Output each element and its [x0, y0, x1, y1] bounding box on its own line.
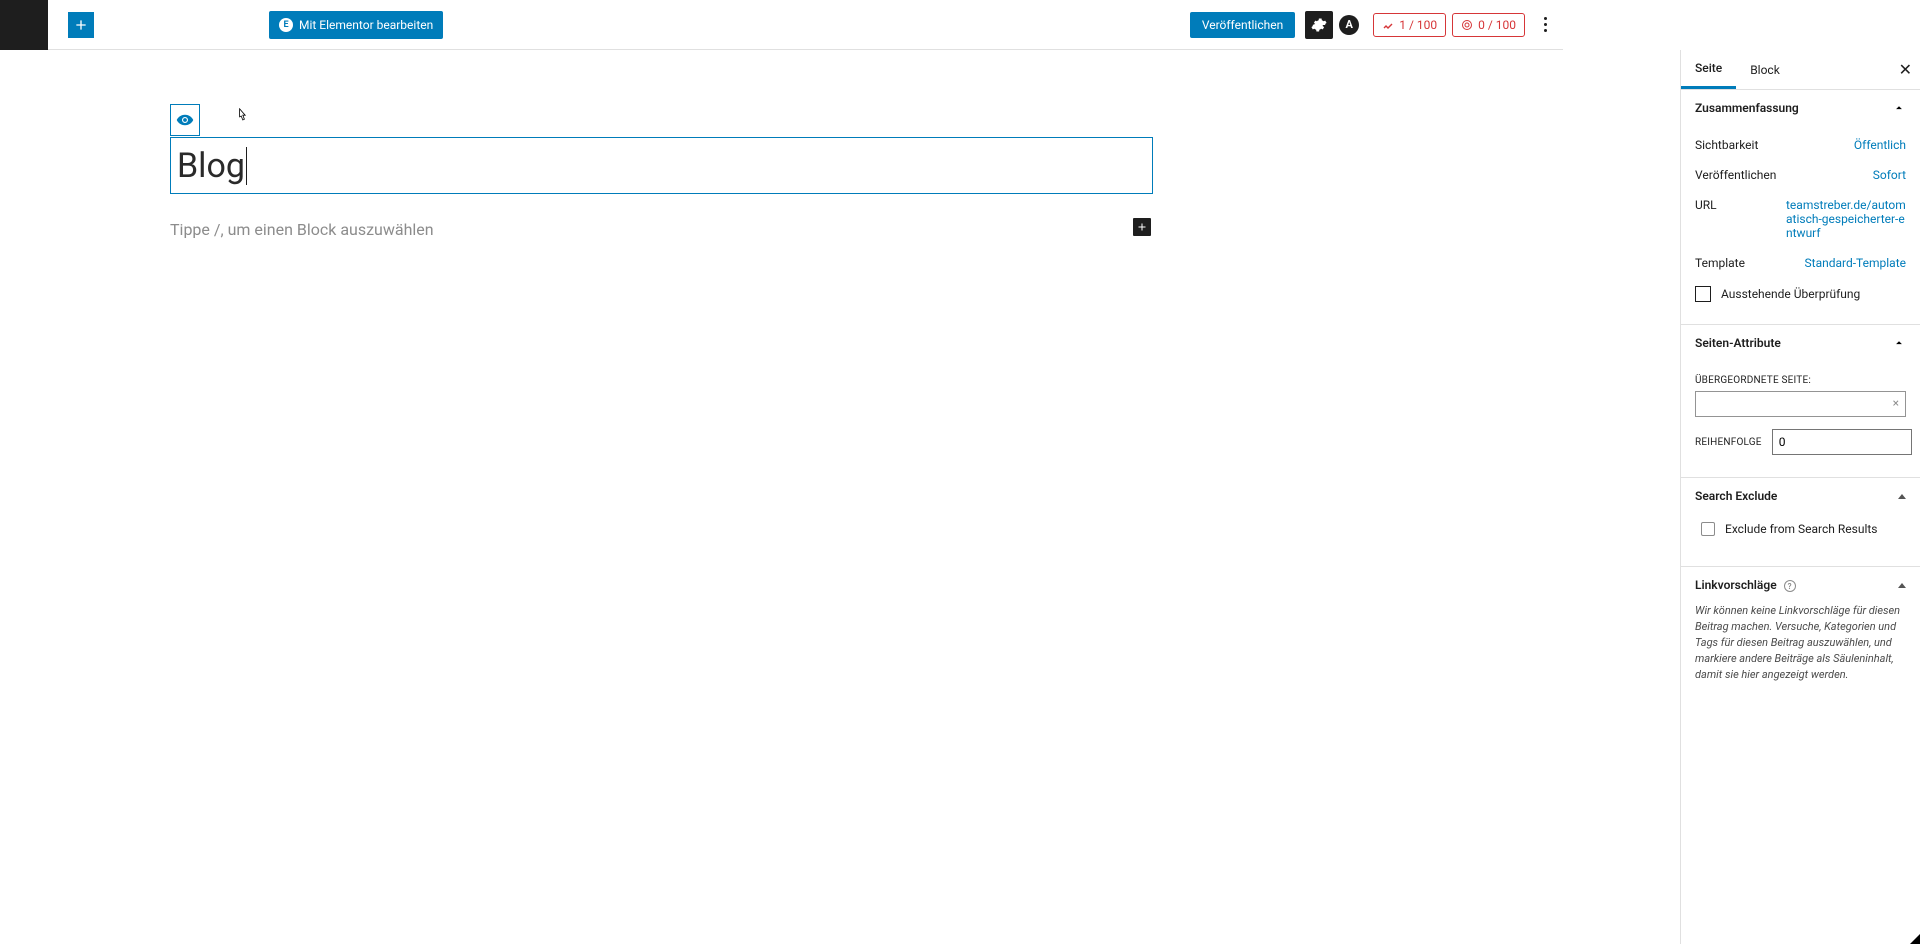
panel-summary-body: Sichtbarkeit Öffentlich Veröffentlichen … [1681, 126, 1920, 324]
order-label: REIHENFOLGE [1695, 437, 1762, 448]
panel-attributes-body: ÜBERGEORDNETE SEITE: × REIHENFOLGE [1681, 361, 1920, 469]
caret-up-icon [1898, 494, 1906, 499]
order-input[interactable] [1772, 429, 1912, 455]
panel-link-suggestions-title: Linkvorschläge ? [1695, 578, 1796, 593]
link-suggestions-description: Wir können keine Linkvorschläge für dies… [1681, 603, 1920, 699]
block-placeholder[interactable]: Tippe /, um einen Block auszuwählen [170, 220, 1153, 239]
block-preview-handle[interactable] [170, 104, 200, 136]
text-caret [246, 147, 247, 185]
template-value[interactable]: Standard-Template [1805, 256, 1906, 270]
pending-review-checkbox[interactable] [1695, 286, 1711, 302]
inline-add-block-button[interactable] [1133, 218, 1151, 236]
post-title-input[interactable]: Blog [170, 137, 1153, 194]
seo-score-button[interactable]: 1 / 100 [1373, 13, 1446, 37]
chevron-up-icon [1892, 336, 1906, 350]
astra-icon[interactable]: A [1339, 15, 1359, 35]
eye-icon [176, 111, 194, 129]
url-label: URL [1695, 198, 1717, 212]
chart-icon [1382, 19, 1394, 31]
gear-icon [1311, 17, 1327, 33]
panel-summary-title: Zusammenfassung [1695, 101, 1799, 115]
caret-up-icon [1898, 583, 1906, 588]
panel-attributes-header[interactable]: Seiten-Attribute [1681, 325, 1920, 361]
top-toolbar: E Mit Elementor bearbeiten Veröffentlich… [0, 0, 1563, 50]
publish-value[interactable]: Sofort [1873, 168, 1906, 182]
post-title-text: Blog [177, 146, 245, 186]
readability-score-text: 0 / 100 [1478, 18, 1516, 32]
template-label: Template [1695, 256, 1745, 270]
panel-attributes-title: Seiten-Attribute [1695, 336, 1781, 350]
tab-page[interactable]: Seite [1681, 50, 1736, 89]
tab-block[interactable]: Block [1736, 50, 1794, 89]
url-value[interactable]: teamstreber.de/automatisch-gespeicherter… [1786, 198, 1906, 240]
panel-summary-header[interactable]: Zusammenfassung [1681, 90, 1920, 126]
seo-score-text: 1 / 100 [1399, 18, 1437, 32]
plus-icon [73, 17, 89, 33]
panel-link-suggestions-header[interactable]: Linkvorschläge ? [1681, 567, 1920, 603]
close-sidebar-button[interactable]: ✕ [1899, 60, 1912, 79]
target-icon [1461, 19, 1473, 31]
close-icon: ✕ [1899, 60, 1912, 79]
panel-link-suggestions: Linkvorschläge ? Wir können keine Linkvo… [1681, 566, 1920, 699]
sidebar-tabs: Seite Block ✕ [1681, 50, 1920, 90]
help-icon[interactable]: ? [1784, 580, 1796, 592]
visibility-value[interactable]: Öffentlich [1854, 138, 1906, 152]
pending-review-label: Ausstehende Überprüfung [1721, 287, 1860, 301]
panel-search-exclude: Search Exclude Exclude from Search Resul… [1681, 477, 1920, 558]
exclude-search-checkbox[interactable] [1701, 522, 1715, 536]
elementor-label: Mit Elementor bearbeiten [299, 18, 433, 32]
settings-button[interactable] [1305, 11, 1333, 39]
pointer-cursor-icon [235, 108, 249, 128]
edit-with-elementor-button[interactable]: E Mit Elementor bearbeiten [269, 11, 443, 39]
parent-page-label: ÜBERGEORDNETE SEITE: [1695, 375, 1906, 386]
panel-search-exclude-title: Search Exclude [1695, 489, 1777, 503]
parent-page-select[interactable]: × [1695, 391, 1906, 417]
exclude-search-label: Exclude from Search Results [1725, 522, 1877, 536]
wp-logo[interactable] [0, 0, 48, 50]
clear-icon[interactable]: × [1893, 396, 1899, 410]
readability-score-button[interactable]: 0 / 100 [1452, 13, 1525, 37]
more-menu[interactable] [1535, 17, 1555, 32]
panel-search-exclude-header[interactable]: Search Exclude [1681, 478, 1920, 514]
resize-corner-icon [1910, 934, 1920, 944]
toolbar-right: Veröffentlichen A 1 / 100 0 / 100 [1190, 0, 1555, 50]
elementor-icon: E [279, 18, 293, 32]
add-block-button[interactable] [68, 12, 94, 38]
settings-sidebar: Seite Block ✕ Zusammenfassung Sichtbarke… [1680, 50, 1920, 944]
plus-icon [1136, 221, 1148, 233]
publish-button[interactable]: Veröffentlichen [1190, 12, 1295, 38]
editor-canvas: Blog Tippe /, um einen Block auszuwählen [0, 50, 1323, 944]
chevron-up-icon [1892, 101, 1906, 115]
visibility-label: Sichtbarkeit [1695, 138, 1758, 152]
publish-label: Veröffentlichen [1695, 168, 1776, 182]
